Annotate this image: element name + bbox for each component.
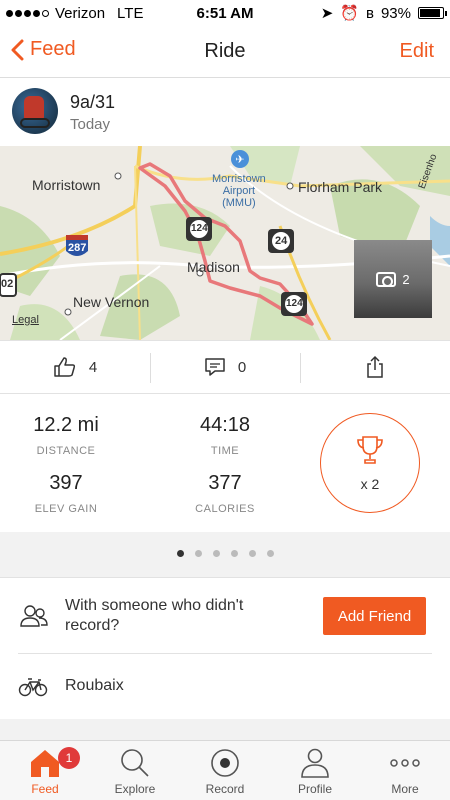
add-friend-row: With someone who didn't record? Add Frie… <box>0 577 450 653</box>
more-icon <box>390 759 420 767</box>
kudos-count: 4 <box>88 358 98 376</box>
comments-count: 0 <box>237 358 247 376</box>
tab-label: Feed <box>31 782 59 796</box>
battery-fill <box>420 9 441 17</box>
route-shield-124-a: 124 <box>191 223 208 234</box>
comment-icon <box>205 358 225 376</box>
bike-icon <box>18 678 48 697</box>
page-dot[interactable] <box>248 549 256 557</box>
achievement-count: x 2 <box>360 476 380 492</box>
map-label-morristown: Morristown <box>32 177 101 193</box>
route-shield-124-b: 124 <box>286 298 303 309</box>
status-right: ➤ ⏰ ʙ 93% <box>320 4 447 22</box>
home-icon <box>31 750 59 777</box>
stat-value: 12.2 mi <box>33 414 99 436</box>
location-arrow-icon: ➤ <box>320 5 334 22</box>
map-label-airport: Morristown Airport (MMU) <box>212 173 266 209</box>
map-label-new-vernon: New Vernon <box>73 294 150 310</box>
tab-more[interactable]: More <box>360 741 450 800</box>
camera-icon <box>376 271 397 287</box>
achievements-button[interactable]: x 2 <box>320 413 420 513</box>
stat-label: TIME <box>210 445 240 457</box>
bike-name: Roubaix <box>65 677 124 694</box>
page-dot[interactable] <box>176 549 184 557</box>
svg-text:✈: ✈ <box>235 153 244 166</box>
stat-distance: 12.2 mi DISTANCE <box>6 414 126 457</box>
tab-label: Explore <box>114 782 156 796</box>
tab-explore[interactable]: Explore <box>90 741 180 800</box>
tab-label: Record <box>205 782 245 796</box>
photo-thumbnail[interactable]: 2 <box>354 240 432 318</box>
tab-record[interactable]: Record <box>180 741 270 800</box>
stat-elev-gain: 397 ELEV GAIN <box>6 472 126 515</box>
stat-calories: 377 CALORIES <box>165 472 285 515</box>
route-shield-202: 02 <box>1 278 14 290</box>
people-icon <box>20 605 48 627</box>
stat-label: ELEV GAIN <box>34 503 98 515</box>
stats-panel: 12.2 mi DISTANCE 44:18 TIME 397 ELEV GAI… <box>0 394 450 532</box>
action-bar: 4 0 <box>0 340 450 394</box>
map-legal-link[interactable]: Legal <box>12 314 39 326</box>
route-map[interactable]: ✈ Morristown Morristown Airport (MMU) Fl… <box>0 146 450 340</box>
thumbs-up-icon <box>54 357 75 377</box>
stat-value: 377 <box>208 472 242 494</box>
search-icon <box>121 749 149 777</box>
gear-row[interactable]: Roubaix <box>0 653 450 719</box>
page-title: Ride <box>204 40 246 62</box>
kudos-button[interactable]: 4 <box>0 341 150 393</box>
stat-value: 397 <box>49 472 83 494</box>
route-shield-24: 24 <box>275 235 288 247</box>
activity-title: 9a/31 <box>70 92 116 112</box>
profile-icon <box>301 748 329 778</box>
status-bar: Verizon LTE 6:51 AM ➤ ⏰ ʙ 93% <box>0 0 450 26</box>
trophy-icon <box>357 436 383 464</box>
tab-profile[interactable]: Profile <box>270 741 360 800</box>
alarm-icon: ⏰ <box>340 5 359 22</box>
route-shield-287: 287 <box>68 242 87 254</box>
battery-icon <box>418 7 447 19</box>
map-label-florham-park: Florham Park <box>298 179 383 195</box>
page-dot[interactable] <box>212 549 220 557</box>
tab-bar: Feed 1 Explore Record Profile More <box>0 740 450 800</box>
tab-label: More <box>391 782 419 796</box>
page-dot[interactable] <box>230 549 238 557</box>
record-icon <box>211 749 239 777</box>
page-dot[interactable] <box>194 549 202 557</box>
add-friend-prompt: With someone who didn't record? <box>65 597 244 634</box>
stat-label: DISTANCE <box>36 445 96 457</box>
edit-button[interactable]: Edit <box>400 40 434 63</box>
share-button[interactable] <box>300 341 450 393</box>
share-icon <box>367 355 383 378</box>
comments-button[interactable]: 0 <box>150 341 300 393</box>
add-friend-button[interactable]: Add Friend <box>323 597 426 635</box>
stat-value: 44:18 <box>199 414 251 436</box>
map-label-madison: Madison <box>187 259 240 275</box>
photo-count: 2 <box>402 271 410 287</box>
activity-date: Today <box>70 116 111 133</box>
navigation-bar: Feed Ride Edit <box>0 26 450 78</box>
activity-header[interactable]: 9a/31 Today <box>0 78 450 146</box>
notification-badge: 1 <box>58 747 80 769</box>
tab-feed[interactable]: Feed 1 <box>0 741 90 800</box>
bluetooth-icon: ʙ <box>366 4 374 22</box>
page-dot[interactable] <box>266 549 274 557</box>
avatar[interactable] <box>12 88 58 134</box>
stat-time: 44:18 TIME <box>165 414 285 457</box>
stat-label: CALORIES <box>195 503 255 515</box>
battery-percent: 93% <box>380 4 411 22</box>
page-indicator[interactable] <box>0 532 450 574</box>
tab-label: Profile <box>297 782 332 796</box>
